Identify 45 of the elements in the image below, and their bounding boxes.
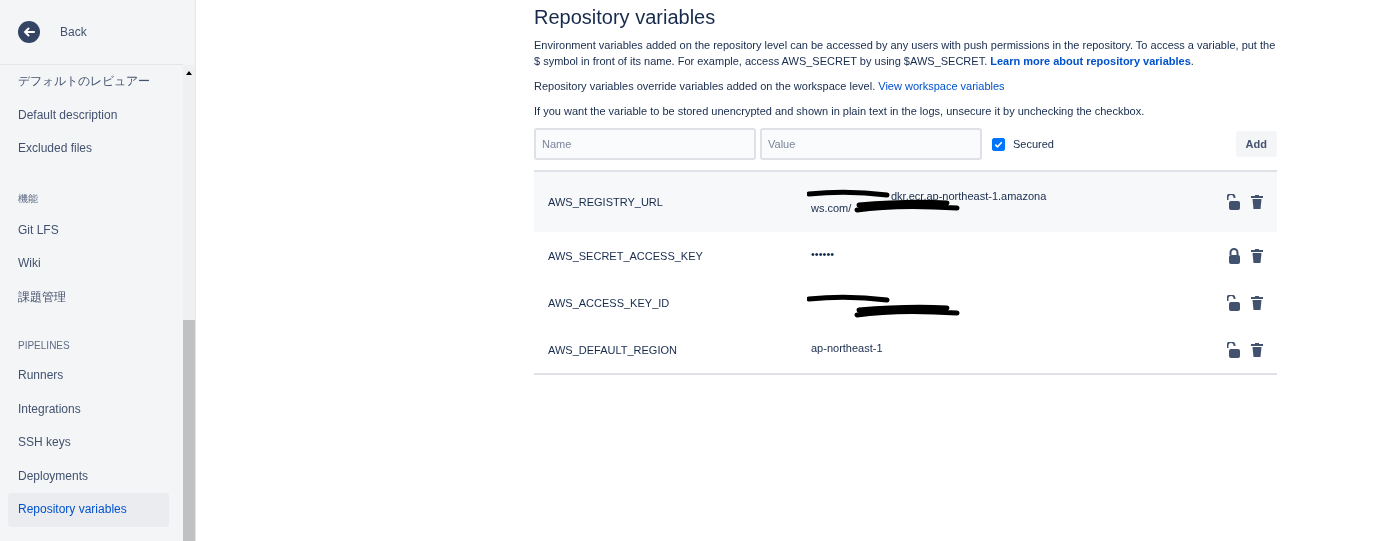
nav-heading: 機能 bbox=[17, 191, 39, 206]
delete-icon[interactable] bbox=[1251, 295, 1263, 310]
variable-value: ws.com/ bbox=[811, 202, 853, 214]
nav-item[interactable]: Deployments bbox=[8, 459, 169, 493]
lock-icon[interactable] bbox=[1227, 194, 1241, 210]
variable-value: dkr.ecr.ap-northeast-1.amazona bbox=[890, 190, 1048, 202]
secured-checkbox[interactable] bbox=[992, 137, 1005, 151]
nav-item[interactable]: SSH keys bbox=[8, 426, 169, 460]
delete-icon[interactable] bbox=[1251, 342, 1263, 357]
nav-item[interactable]: デフォルトのレビュアー bbox=[8, 65, 169, 99]
variable-name: AWS_SECRET_ACCESS_KEY bbox=[548, 249, 704, 262]
nav-item[interactable]: 課題管理 bbox=[8, 280, 169, 314]
description-text: Environment variables added on the repository level can be accessed by any users with push permissions in the repository. To access a variable, put the $ symbol in front of its name. For example, access AWS_SECRET by using $AWS_SECRET. Learn more about repository variables. bbox=[534, 38, 1277, 69]
lock-icon[interactable] bbox=[1227, 294, 1241, 311]
nav-item[interactable]: Runners bbox=[8, 359, 169, 393]
back-icon[interactable] bbox=[18, 21, 40, 43]
nav-heading: PIPELINES bbox=[17, 339, 71, 353]
nav-item[interactable]: Integrations bbox=[8, 392, 169, 426]
lock-icon[interactable] bbox=[1227, 247, 1241, 264]
name-field[interactable]: Name bbox=[534, 128, 756, 160]
variable-name: AWS_ACCESS_KEY_ID bbox=[548, 296, 671, 309]
variable-value: •••••• bbox=[811, 247, 836, 260]
scrollbar[interactable] bbox=[183, 65, 195, 541]
delete-icon[interactable] bbox=[1251, 248, 1263, 263]
delete-icon[interactable] bbox=[1251, 195, 1263, 209]
variable-name: AWS_DEFAULT_REGION bbox=[548, 343, 678, 356]
workspace-variables-link[interactable]: View workspace variables bbox=[878, 80, 1005, 92]
nav-item[interactable]: Git LFS bbox=[8, 213, 169, 247]
value-field[interactable]: Value bbox=[760, 128, 982, 160]
nav-item[interactable]: Repository variables bbox=[8, 493, 169, 527]
override-text: Repository variables override variables added on the workspace level. View workspace variables bbox=[534, 79, 1006, 94]
nav-item[interactable]: Default description bbox=[8, 98, 169, 132]
page-title: Repository variables bbox=[534, 6, 717, 29]
variable-name: AWS_REGISTRY_URL bbox=[548, 196, 664, 208]
variable-value: ap-northeast-1 bbox=[811, 341, 884, 354]
unsecure-note: If you want the variable to be stored unencrypted and shown in plain text in the logs, unsecure it by unchecking the checkbox. bbox=[534, 104, 1146, 119]
lock-icon[interactable] bbox=[1227, 341, 1241, 358]
secured-label: Secured bbox=[1013, 138, 1054, 150]
scrollbar-thumb[interactable] bbox=[183, 320, 195, 541]
back-link[interactable]: Back bbox=[60, 25, 87, 39]
nav-item[interactable]: Excluded files bbox=[8, 132, 169, 166]
learn-more-link[interactable]: Learn more about repository variables bbox=[990, 55, 1191, 67]
scroll-up-icon[interactable] bbox=[186, 71, 192, 75]
add-button[interactable]: Add bbox=[1235, 131, 1277, 157]
nav-item[interactable]: Wiki bbox=[8, 247, 169, 281]
